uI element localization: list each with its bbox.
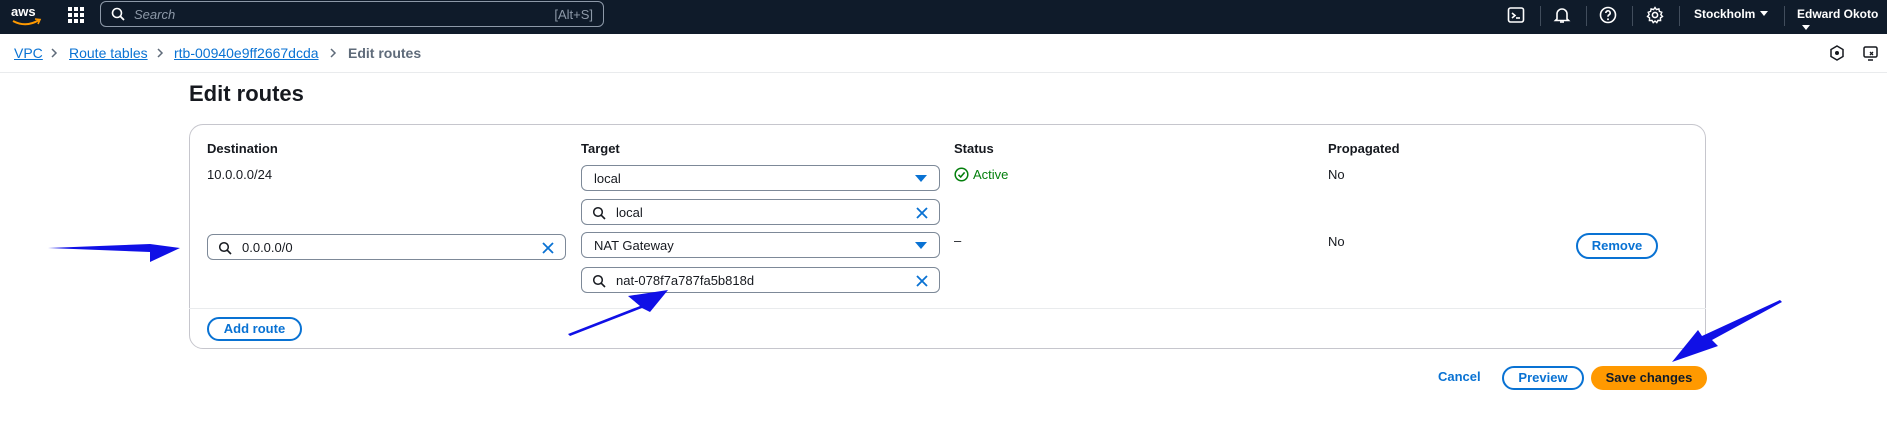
route-destination: 10.0.0.0/24 <box>207 167 273 182</box>
column-header-propagated: Propagated <box>1328 141 1400 156</box>
destination-value: 0.0.0.0/0 <box>242 240 293 255</box>
top-navigation: aws Search [Alt+S] Stockholm Edward Okot… <box>0 0 1887 34</box>
propagated-value: No <box>1328 167 1345 182</box>
remove-route-button[interactable]: Remove <box>1576 233 1658 259</box>
propagated-value: No <box>1328 234 1345 249</box>
search-placeholder: Search <box>134 7 176 22</box>
user-name: Edward Okoto <box>1797 7 1879 21</box>
check-circle-icon <box>954 167 969 182</box>
target-select-value: local <box>594 171 621 186</box>
search-input[interactable]: Search [Alt+S] <box>100 1 604 27</box>
column-header-status: Status <box>954 141 994 156</box>
column-header-target: Target <box>581 141 620 156</box>
clear-icon[interactable] <box>541 241 555 255</box>
target-select-value: NAT Gateway <box>594 238 674 253</box>
caret-down-icon <box>1760 11 1769 16</box>
status-value: – <box>954 233 962 248</box>
target-filter-value: nat-078f7a787fa5b818d <box>616 273 755 288</box>
nav-divider <box>1632 6 1633 26</box>
search-icon <box>218 241 232 255</box>
destination-input[interactable]: 0.0.0.0/0 <box>207 234 566 260</box>
screen-help-icon[interactable] <box>1862 44 1880 62</box>
target-filter-input[interactable]: local <box>581 199 940 225</box>
nav-divider <box>1586 6 1587 26</box>
nav-divider <box>1679 6 1680 26</box>
feedback-icon[interactable] <box>1828 44 1846 62</box>
help-icon[interactable] <box>1598 5 1618 25</box>
chevron-right-icon <box>157 48 164 58</box>
page-title: Edit routes <box>189 81 304 106</box>
target-filter-input[interactable]: nat-078f7a787fa5b818d <box>581 267 940 293</box>
column-header-destination: Destination <box>207 141 278 156</box>
settings-gear-icon[interactable] <box>1645 5 1665 25</box>
cancel-button[interactable]: Cancel <box>1438 369 1481 384</box>
account-menu[interactable]: Edward Okoto <box>1797 7 1887 35</box>
caret-down-icon <box>915 175 927 182</box>
search-icon <box>592 206 606 220</box>
search-icon <box>111 7 125 21</box>
panel-divider <box>189 308 1706 309</box>
search-shortcut: [Alt+S] <box>554 7 593 22</box>
nav-divider <box>1784 6 1785 26</box>
add-route-button[interactable]: Add route <box>207 317 302 341</box>
svg-text:aws: aws <box>11 4 36 19</box>
search-icon <box>592 274 606 288</box>
region-label: Stockholm <box>1694 7 1756 21</box>
breadcrumb-current: Edit routes <box>348 45 422 61</box>
caret-down-icon <box>1802 25 1810 30</box>
services-grid-icon[interactable] <box>66 5 86 25</box>
preview-button[interactable]: Preview <box>1502 366 1584 390</box>
nav-divider <box>1540 6 1541 26</box>
target-select[interactable]: NAT Gateway <box>581 232 940 258</box>
chevron-right-icon <box>51 48 58 58</box>
aws-logo-icon[interactable]: aws <box>10 2 42 30</box>
breadcrumb-route-tables[interactable]: Route tables <box>69 45 148 61</box>
chevron-right-icon <box>330 48 337 58</box>
clear-icon[interactable] <box>915 274 929 288</box>
annotation-arrow-icon <box>48 244 180 262</box>
notifications-bell-icon[interactable] <box>1552 5 1572 25</box>
cloudshell-icon[interactable] <box>1506 5 1526 25</box>
breadcrumb-route-table-id[interactable]: rtb-00940e9ff2667dcda <box>174 45 319 61</box>
save-changes-button[interactable]: Save changes <box>1591 366 1707 390</box>
target-select[interactable]: local <box>581 165 940 191</box>
region-selector[interactable]: Stockholm <box>1694 7 1769 21</box>
clear-icon[interactable] <box>915 206 929 220</box>
caret-down-icon <box>915 242 927 249</box>
target-filter-value: local <box>616 205 643 220</box>
breadcrumb-vpc[interactable]: VPC <box>14 45 43 61</box>
breadcrumb: VPC Route tables rtb-00940e9ff2667dcda E… <box>0 34 1887 73</box>
status-label: Active <box>973 167 1009 182</box>
